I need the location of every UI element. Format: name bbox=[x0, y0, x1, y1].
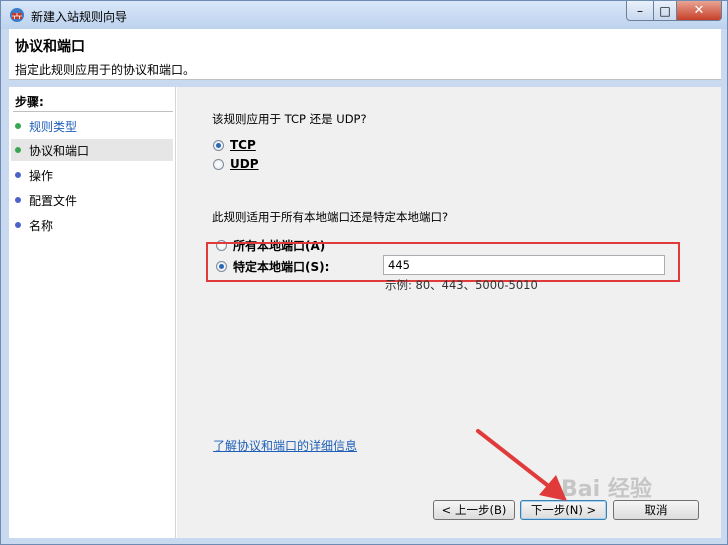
title-bar[interactable]: 新建入站规则向导 – □ ✕ bbox=[1, 1, 727, 29]
specific-ports-input[interactable]: 445 bbox=[383, 255, 665, 275]
next-button[interactable]: 下一步(N) > bbox=[520, 500, 607, 520]
window-title: 新建入站规则向导 bbox=[31, 10, 128, 24]
close-icon: ✕ bbox=[693, 3, 705, 18]
page-title: 协议和端口 bbox=[15, 39, 85, 55]
step-rule-type[interactable]: 规则类型 bbox=[11, 115, 173, 137]
step-label: 名称 bbox=[29, 218, 54, 233]
minimize-icon: – bbox=[637, 3, 643, 18]
steps-panel: 步骤: 规则类型 协议和端口 操作 配置文件 名称 bbox=[9, 87, 176, 538]
steps-divider bbox=[13, 111, 173, 112]
step-label: 规则类型 bbox=[29, 119, 78, 134]
ports-question: 此规则适用于所有本地端口还是特定本地端口? bbox=[212, 210, 449, 224]
ports-example: 示例: 80、443、5000-5010 bbox=[385, 278, 538, 292]
udp-radio[interactable] bbox=[213, 158, 224, 170]
udp-label: UDP bbox=[230, 157, 259, 171]
back-button[interactable]: < 上一步(B) bbox=[433, 500, 515, 520]
specific-ports-radio[interactable] bbox=[216, 261, 227, 272]
wizard-window: 新建入站规则向导 – □ ✕ 协议和端口 指定此规则应用于的协议和端口。 步骤:… bbox=[0, 0, 728, 545]
step-bullet-icon bbox=[15, 147, 21, 153]
baidu-watermark: Bai 经验 bbox=[561, 477, 652, 502]
step-bullet-icon bbox=[15, 172, 21, 178]
step-label: 协议和端口 bbox=[29, 143, 90, 158]
step-profile[interactable]: 配置文件 bbox=[11, 189, 173, 211]
step-protocol-and-ports[interactable]: 协议和端口 bbox=[11, 139, 173, 161]
tcp-label: TCP bbox=[230, 138, 256, 152]
step-name[interactable]: 名称 bbox=[11, 214, 173, 236]
specific-ports-label: 特定本地端口(S): bbox=[233, 260, 330, 274]
step-bullet-icon bbox=[15, 197, 21, 203]
specific-ports-radio-option[interactable]: 特定本地端口(S): bbox=[216, 258, 329, 275]
learn-more-link[interactable]: 了解协议和端口的详细信息 bbox=[213, 437, 357, 454]
firewall-icon bbox=[10, 8, 24, 22]
wizard-header: 协议和端口 指定此规则应用于的协议和端口。 bbox=[9, 29, 721, 80]
tcp-radio[interactable] bbox=[213, 139, 224, 151]
tcp-radio-option[interactable]: TCP bbox=[213, 138, 256, 152]
maximize-icon: □ bbox=[659, 3, 671, 18]
step-label: 操作 bbox=[29, 168, 54, 183]
maximize-button[interactable]: □ bbox=[653, 1, 677, 21]
minimize-button[interactable]: – bbox=[626, 1, 654, 21]
step-bullet-icon bbox=[15, 222, 21, 228]
cancel-button[interactable]: 取消 bbox=[613, 500, 699, 520]
udp-radio-option[interactable]: UDP bbox=[213, 157, 259, 171]
step-bullet-icon bbox=[15, 123, 21, 129]
protocol-question: 该规则应用于 TCP 还是 UDP? bbox=[212, 112, 367, 126]
step-label: 配置文件 bbox=[29, 193, 78, 208]
step-action[interactable]: 操作 bbox=[11, 164, 173, 186]
close-button[interactable]: ✕ bbox=[676, 1, 722, 21]
steps-title: 步骤: bbox=[15, 95, 44, 109]
page-description: 指定此规则应用于的协议和端口。 bbox=[15, 63, 196, 77]
